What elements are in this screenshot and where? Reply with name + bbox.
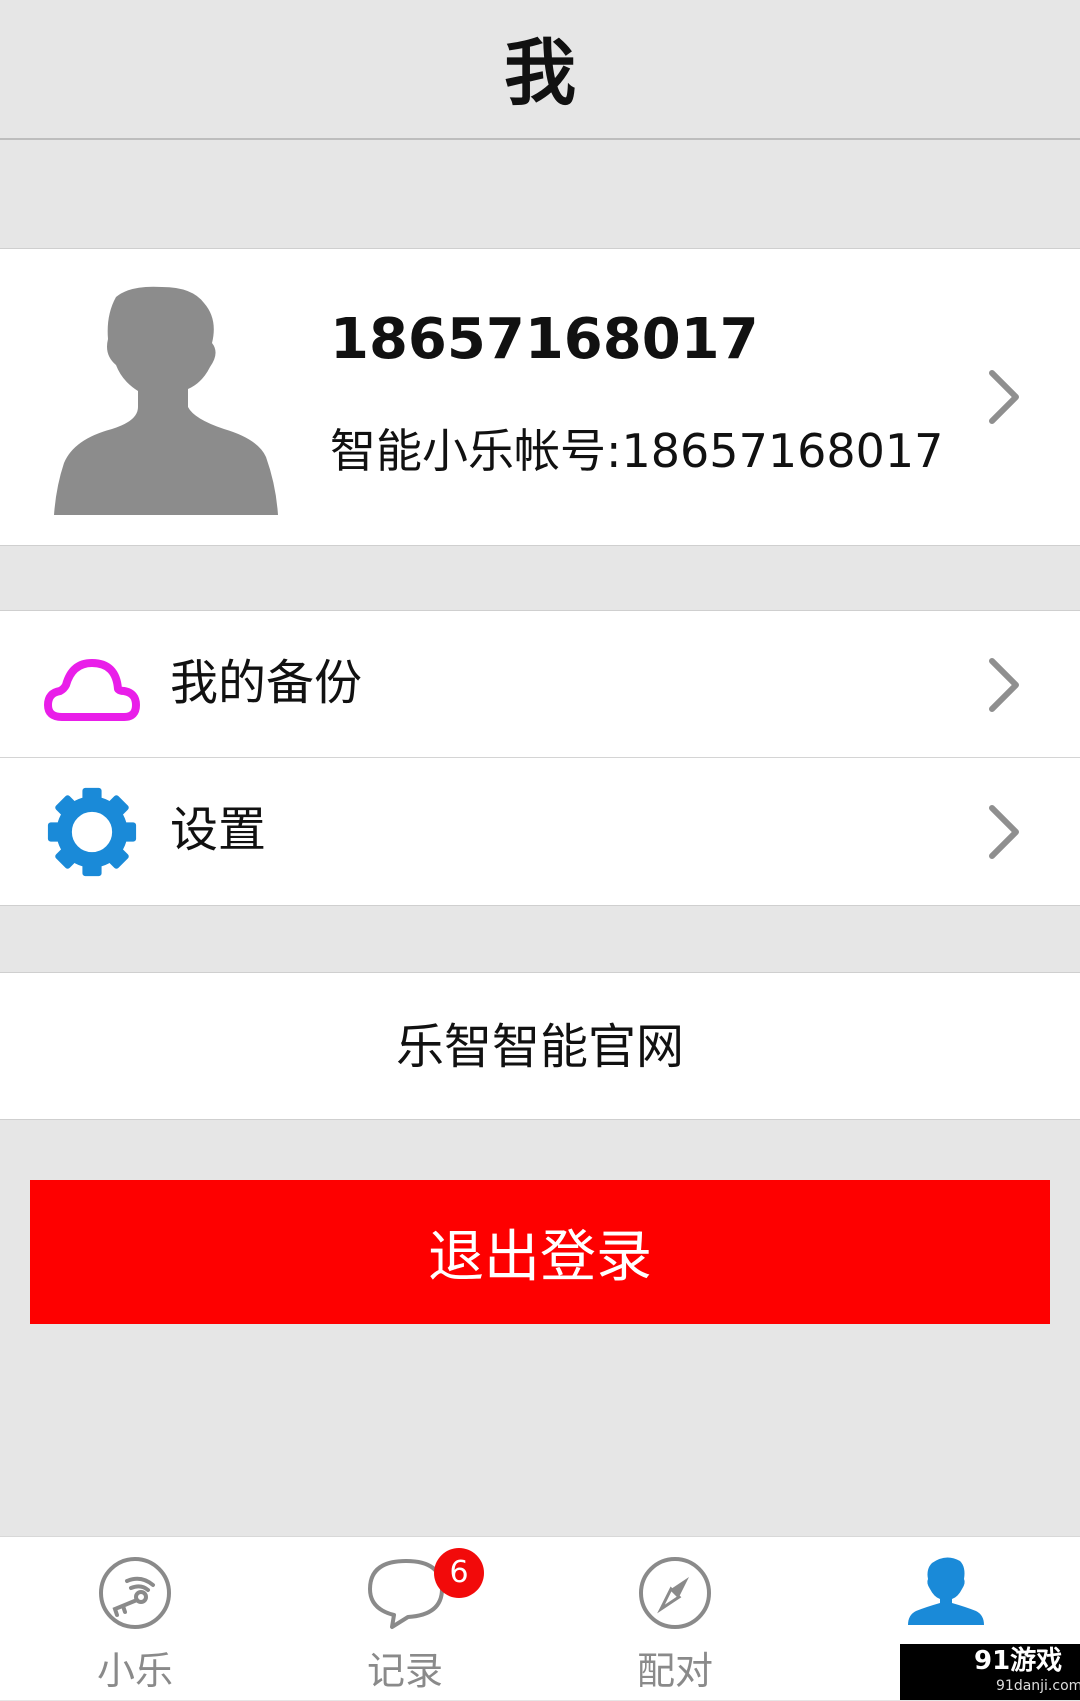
profile-card[interactable]: 18657168017 智能小乐帐号:18657168017 [0,248,1080,546]
wifi-key-icon [99,1557,171,1629]
person-icon [908,1557,984,1625]
account-phone: 18657168017 [330,307,759,372]
gear-icon [47,787,137,877]
watermark-site: 91danji.com [996,1678,1080,1694]
tab-records[interactable]: 记录 [270,1537,540,1701]
official-website-link[interactable]: 乐智智能官网 [0,972,1080,1120]
unread-badge: 6 [434,1548,484,1598]
watermark-logo: 91游戏 91danji.com [900,1644,1080,1700]
tab-label: 小乐 [96,1649,173,1693]
top-bar: 我 [0,0,1080,140]
logout-button[interactable]: 退出登录 [30,1180,1050,1324]
chevron-right-icon [989,805,1019,859]
tab-xiaole[interactable]: 小乐 [0,1537,270,1701]
watermark-brand: 91游戏 [974,1646,1063,1676]
cloud-icon [44,659,140,721]
menu-item-label: 我的备份 [170,655,363,711]
tab-label: 记录 [366,1649,443,1693]
chevron-right-icon [989,370,1019,424]
compass-icon [639,1557,711,1629]
menu-item-settings[interactable]: 设置 [0,758,1080,906]
tab-label: 配对 [636,1649,713,1693]
account-id-line: 智能小乐帐号:18657168017 [330,424,944,478]
official-website-label: 乐智智能官网 [395,1019,684,1075]
menu-item-my-backup[interactable]: 我的备份 [0,610,1080,758]
avatar-placeholder-icon [54,286,278,515]
chevron-right-icon [989,658,1019,712]
menu-item-label: 设置 [170,802,267,858]
tab-pairing[interactable]: 配对 [540,1537,810,1701]
page-title: 我 [503,31,576,115]
